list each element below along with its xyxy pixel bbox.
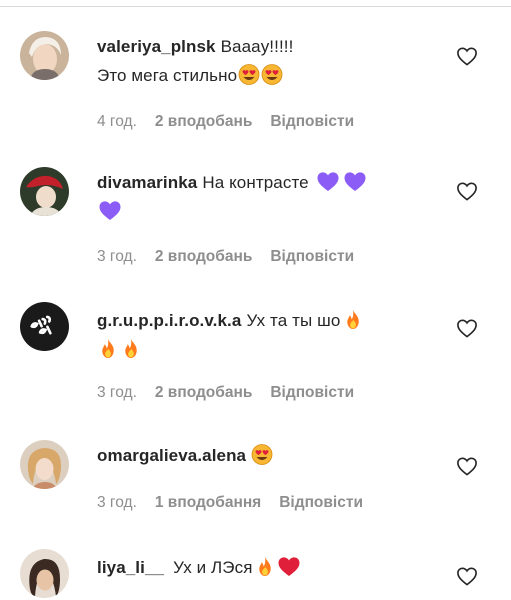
comment-text: g.r.u.p.p.i.r.o.v.k.a Ух та ты шо xyxy=(97,306,442,364)
reply-button[interactable]: Відповісти xyxy=(279,494,363,511)
comment-body: Ух та ты шо xyxy=(246,311,341,330)
reply-button[interactable]: Відповісти xyxy=(270,248,354,265)
comment-meta: 4 год. 2 вподобань Відповісти xyxy=(97,113,372,131)
heart-outline-icon[interactable] xyxy=(456,456,478,476)
comment-body: Вaaay!!!!! xyxy=(220,37,294,56)
heart-outline-icon[interactable] xyxy=(456,318,478,338)
comment-time[interactable]: 3 год. xyxy=(97,248,137,265)
likes-count[interactable]: 2 вподобань xyxy=(155,384,252,401)
comment-text: divamarinka На контрасте xyxy=(97,168,442,226)
avatar[interactable] xyxy=(20,302,69,351)
comment-body: На контрасте xyxy=(202,173,309,192)
heart-outline-icon[interactable] xyxy=(456,566,478,586)
comment-meta: 3 год. 1 вподобання Відповісти xyxy=(97,494,381,512)
comment-body: Ух и ЛЭся xyxy=(173,558,253,577)
avatar[interactable] xyxy=(20,440,69,489)
likes-count[interactable]: 2 вподобань xyxy=(155,113,252,130)
reply-button[interactable]: Відповісти xyxy=(270,384,354,401)
fire-icon xyxy=(102,338,114,359)
comment-meta: 3 год. 2 вподобань Відповісти xyxy=(97,384,372,402)
purple-heart-icon xyxy=(99,201,121,221)
red-heart-icon xyxy=(278,557,300,577)
avatar[interactable] xyxy=(20,167,69,216)
username[interactable]: omargalieva.alena xyxy=(97,446,246,465)
username[interactable]: valeriya_plnsk xyxy=(97,37,216,56)
fire-icon xyxy=(347,309,360,330)
fire-icon xyxy=(125,338,137,359)
purple-heart-icon xyxy=(317,172,339,192)
comment-time[interactable]: 3 год. xyxy=(97,494,137,511)
heart-outline-icon[interactable] xyxy=(456,46,478,66)
comment-time[interactable]: 4 год. xyxy=(97,113,137,130)
likes-count[interactable]: 2 вподобань xyxy=(155,248,252,265)
heart-eyes-icon xyxy=(238,64,260,85)
avatar[interactable] xyxy=(20,31,69,80)
avatar[interactable] xyxy=(20,549,69,598)
likes-count[interactable]: 1 вподобання xyxy=(155,494,261,511)
comment-text: omargalieva.alena xyxy=(97,441,442,470)
purple-heart-icon xyxy=(344,172,366,192)
comment-time[interactable]: 3 год. xyxy=(97,384,137,401)
heart-outline-icon[interactable] xyxy=(456,181,478,201)
reply-button[interactable]: Відповісти xyxy=(270,113,354,130)
fire-icon xyxy=(258,556,271,577)
comment-text: valeriya_plnsk Вaaay!!!!! Это мега стильн… xyxy=(97,32,442,90)
comment-text: liya_li__ Ух и ЛЭся xyxy=(97,553,442,582)
username[interactable]: liya_li__ xyxy=(97,558,164,577)
comment-meta: 3 год. 2 вподобань Відповісти xyxy=(97,248,372,266)
heart-eyes-icon xyxy=(251,444,273,465)
username[interactable]: g.r.u.p.p.i.r.o.v.k.a xyxy=(97,311,241,330)
heart-eyes-icon xyxy=(261,64,283,85)
comment-body-line2: Это мега стильно xyxy=(97,66,238,85)
top-divider xyxy=(0,0,511,7)
username[interactable]: divamarinka xyxy=(97,173,197,192)
